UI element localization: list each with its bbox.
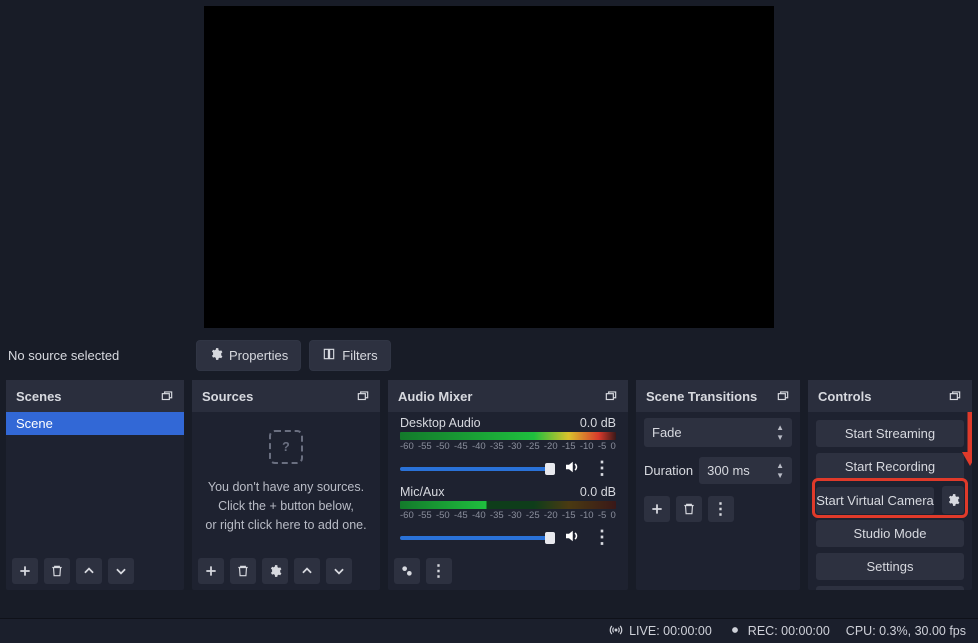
popout-icon[interactable] bbox=[948, 389, 962, 403]
volume-slider[interactable] bbox=[400, 467, 555, 471]
audio-meter bbox=[400, 432, 616, 440]
audio-meter bbox=[400, 501, 616, 509]
volume-slider[interactable] bbox=[400, 536, 555, 540]
transition-value: Fade bbox=[652, 425, 682, 440]
spinner-icon: ▲▼ bbox=[776, 461, 784, 480]
delete-source-button[interactable] bbox=[230, 558, 256, 584]
scenes-title: Scenes bbox=[16, 389, 62, 404]
delete-transition-button[interactable] bbox=[676, 496, 702, 522]
transition-menu-button[interactable]: ⋮ bbox=[708, 496, 734, 522]
popout-icon[interactable] bbox=[160, 389, 174, 403]
exit-button[interactable]: Exit bbox=[816, 586, 964, 590]
source-toolbar: No source selected Properties Filters bbox=[0, 330, 978, 380]
sources-title: Sources bbox=[202, 389, 253, 404]
transitions-panel: Scene Transitions Fade ▲▼ Duration 300 m… bbox=[636, 380, 800, 590]
start-recording-button[interactable]: Start Recording bbox=[816, 453, 964, 480]
preview-area bbox=[0, 0, 978, 330]
source-up-button[interactable] bbox=[294, 558, 320, 584]
audio-mixer-panel: Audio Mixer Desktop Audio 0.0 dB -60-55-… bbox=[388, 380, 628, 590]
channel-name: Mic/Aux bbox=[400, 485, 444, 499]
mixer-channel: Desktop Audio 0.0 dB -60-55-50-45-40-35-… bbox=[388, 412, 628, 481]
source-down-button[interactable] bbox=[326, 558, 352, 584]
speaker-icon[interactable] bbox=[563, 458, 581, 479]
channel-menu-icon[interactable]: ⋮ bbox=[589, 458, 616, 479]
source-properties-button[interactable] bbox=[262, 558, 288, 584]
filters-label: Filters bbox=[342, 348, 377, 363]
gear-icon bbox=[209, 347, 223, 364]
virtual-camera-settings-button[interactable] bbox=[942, 486, 964, 514]
popout-icon[interactable] bbox=[776, 389, 790, 403]
preview-canvas[interactable] bbox=[204, 6, 774, 328]
mixer-menu-button[interactable]: ⋮ bbox=[426, 558, 452, 584]
filters-button[interactable]: Filters bbox=[309, 340, 390, 371]
popout-icon[interactable] bbox=[604, 389, 618, 403]
start-virtual-camera-button[interactable]: Start Virtual Camera bbox=[816, 487, 934, 514]
delete-scene-button[interactable] bbox=[44, 558, 70, 584]
speaker-icon[interactable] bbox=[563, 527, 581, 548]
scene-item[interactable]: Scene bbox=[6, 412, 184, 435]
studio-mode-button[interactable]: Studio Mode bbox=[816, 520, 964, 547]
no-source-label: No source selected bbox=[8, 348, 196, 363]
meter-ticks: -60-55-50-45-40-35-30-25-20-15-10-50 bbox=[400, 510, 616, 521]
add-source-button[interactable] bbox=[198, 558, 224, 584]
duration-input[interactable]: 300 ms ▲▼ bbox=[699, 457, 792, 484]
scenes-panel: Scenes Scene bbox=[6, 380, 184, 590]
sources-panel: Sources ? You don't have any sources. Cl… bbox=[192, 380, 380, 590]
channel-level: 0.0 dB bbox=[580, 416, 616, 430]
advanced-audio-button[interactable] bbox=[394, 558, 420, 584]
transition-select[interactable]: Fade ▲▼ bbox=[644, 418, 792, 447]
channel-menu-icon[interactable]: ⋮ bbox=[589, 527, 616, 548]
transitions-title: Scene Transitions bbox=[646, 389, 757, 404]
meter-ticks: -60-55-50-45-40-35-30-25-20-15-10-50 bbox=[400, 441, 616, 452]
spinner-icon: ▲▼ bbox=[776, 423, 784, 442]
broadcast-icon bbox=[609, 623, 623, 640]
properties-button[interactable]: Properties bbox=[196, 340, 301, 371]
start-streaming-button[interactable]: Start Streaming bbox=[816, 420, 964, 447]
channel-name: Desktop Audio bbox=[400, 416, 481, 430]
add-scene-button[interactable] bbox=[12, 558, 38, 584]
popout-icon[interactable] bbox=[356, 389, 370, 403]
status-rec: REC: 00:00:00 bbox=[728, 623, 830, 640]
mixer-channel: Mic/Aux 0.0 dB -60-55-50-45-40-35-30-25-… bbox=[388, 481, 628, 550]
settings-button[interactable]: Settings bbox=[816, 553, 964, 580]
status-live: LIVE: 00:00:00 bbox=[609, 623, 712, 640]
properties-label: Properties bbox=[229, 348, 288, 363]
status-cpu: CPU: 0.3%, 30.00 fps bbox=[846, 624, 966, 638]
record-icon bbox=[728, 623, 742, 640]
controls-panel: Controls Start Streaming Start Recording… bbox=[808, 380, 972, 590]
duration-value: 300 ms bbox=[707, 463, 750, 478]
filters-icon bbox=[322, 347, 336, 364]
add-transition-button[interactable] bbox=[644, 496, 670, 522]
controls-title: Controls bbox=[818, 389, 871, 404]
duration-label: Duration bbox=[644, 463, 693, 478]
scene-up-button[interactable] bbox=[76, 558, 102, 584]
help-icon: ? bbox=[269, 430, 303, 464]
channel-level: 0.0 dB bbox=[580, 485, 616, 499]
mixer-title: Audio Mixer bbox=[398, 389, 472, 404]
scene-down-button[interactable] bbox=[108, 558, 134, 584]
sources-empty: ? You don't have any sources. Click the … bbox=[192, 412, 380, 534]
sources-list[interactable]: ? You don't have any sources. Click the … bbox=[192, 412, 380, 552]
status-bar: LIVE: 00:00:00 REC: 00:00:00 CPU: 0.3%, … bbox=[0, 618, 978, 643]
